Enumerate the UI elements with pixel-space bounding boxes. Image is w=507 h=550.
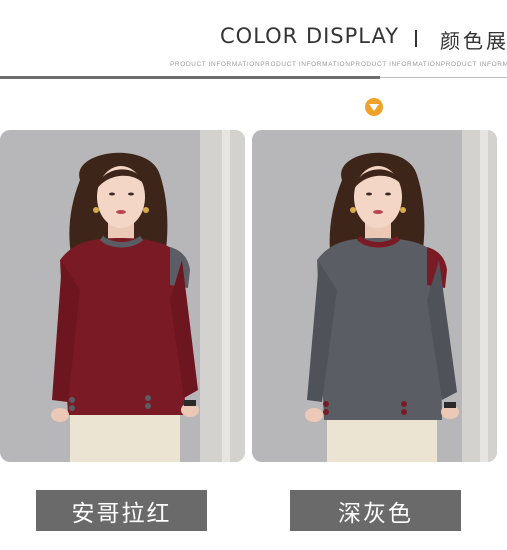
- product-photo-burgundy[interactable]: [0, 130, 245, 462]
- model-illustration: [252, 130, 497, 462]
- chevron-down-icon: [365, 98, 383, 116]
- header-title: COLOR DISPLAY: [220, 24, 400, 48]
- model-illustration: [0, 130, 245, 462]
- color-label-charcoal[interactable]: 深灰色: [290, 490, 461, 531]
- header-divider-light: [380, 77, 507, 78]
- header-subline: PRODUCT INFORMATIONPRODUCT INFORMATIONPR…: [170, 61, 507, 68]
- color-label-burgundy[interactable]: 安哥拉红: [36, 490, 207, 531]
- header-separator: [415, 30, 417, 47]
- header-divider-dark: [0, 76, 380, 79]
- product-photo-charcoal[interactable]: [252, 130, 497, 462]
- header-title-cn: 颜色展: [440, 29, 507, 53]
